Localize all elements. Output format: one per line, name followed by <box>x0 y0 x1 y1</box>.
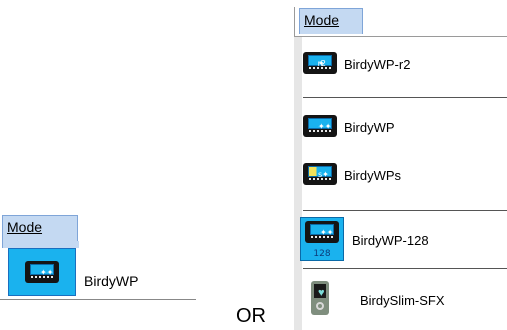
menu-separator <box>303 97 507 98</box>
menu-item-label: BirdyWP <box>344 120 395 135</box>
menu-gutter <box>294 36 302 330</box>
menu-separator <box>303 210 507 211</box>
menu-top-border <box>294 36 507 37</box>
menu-separator <box>303 268 507 269</box>
mode-menu-header[interactable]: Mode <box>299 8 363 34</box>
menu-item-label: BirdyWP-r2 <box>344 57 411 72</box>
or-label: OR <box>236 305 266 327</box>
pager-128-icon: ✦✦ 128 <box>300 217 344 261</box>
menu-item-label: BirdySlim-SFX <box>360 293 445 308</box>
pager-icon: ✦✦ <box>8 248 76 296</box>
pager-s-icon: s✦ <box>303 163 337 185</box>
mode-menu-header[interactable]: Mode <box>2 215 78 241</box>
menu-separator <box>0 299 196 300</box>
pager-r2-icon: ✦ r2 <box>303 52 337 74</box>
pager-icon: ✦✦ <box>303 115 337 137</box>
menu-item-label: BirdyWP <box>84 273 139 289</box>
menu-item-label: BirdyWPs <box>344 168 402 183</box>
slim-device-icon: ♥ <box>311 281 329 315</box>
menu-item-label: BirdyWP-128 <box>352 233 429 248</box>
